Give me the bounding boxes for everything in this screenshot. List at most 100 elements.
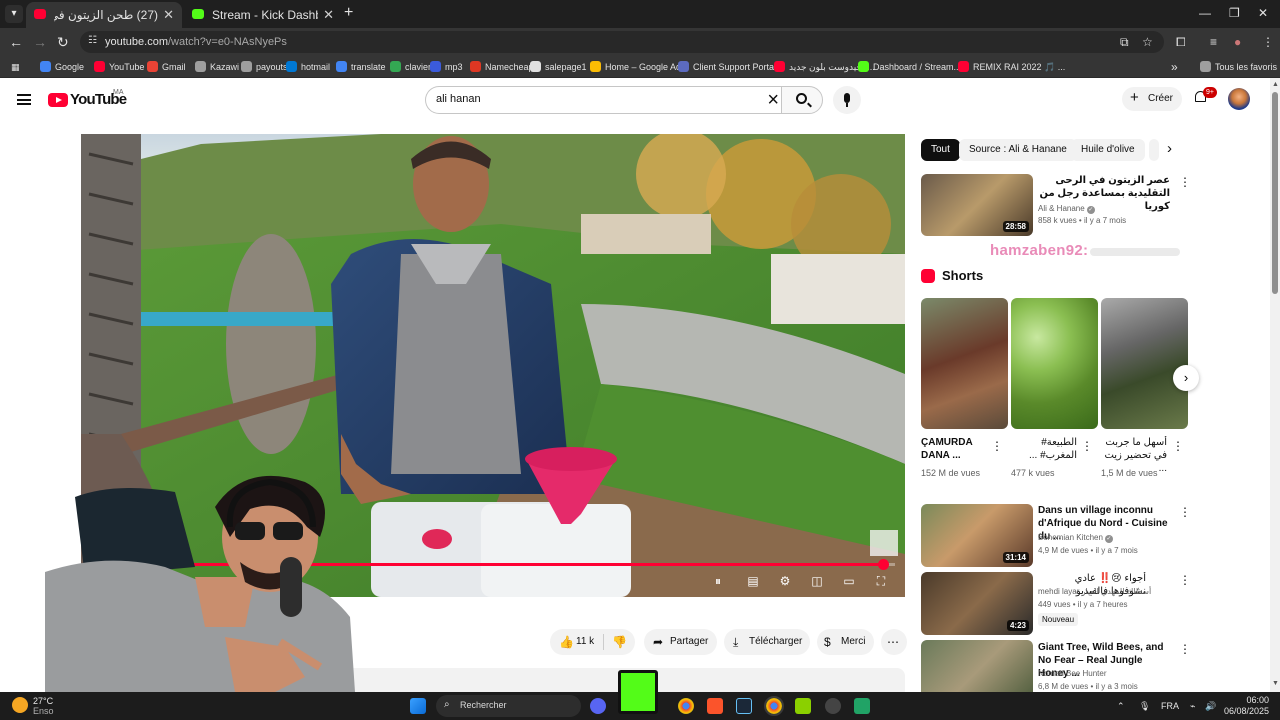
video-thumbnail[interactable]: 31:14 xyxy=(921,504,1033,567)
notifications-button[interactable]: 9+ xyxy=(1193,87,1217,106)
thumbs-down-icon[interactable]: 👎 xyxy=(612,634,627,650)
more-actions-button[interactable]: ⋯ xyxy=(881,629,907,655)
brave-icon[interactable] xyxy=(707,698,723,714)
network-icon[interactable]: ⌁ xyxy=(1190,700,1195,712)
bookmark-item[interactable]: YouTube xyxy=(94,59,144,75)
video-thumbnail[interactable]: 28:58 xyxy=(921,174,1033,236)
youtube-logo-icon[interactable] xyxy=(48,93,68,107)
video-menu-icon[interactable]: ⋮ xyxy=(1179,643,1191,655)
close-icon[interactable]: ✕ xyxy=(323,3,334,27)
tab-search-icon[interactable]: ▾ xyxy=(5,5,23,23)
chip-source[interactable]: Source : Ali & Hanane xyxy=(959,139,1077,161)
menu-icon[interactable]: ⋮ xyxy=(1262,34,1274,50)
obs-icon[interactable] xyxy=(825,698,841,714)
weather-icon[interactable] xyxy=(12,697,28,713)
bookmark-item[interactable]: Dashboard / Stream... xyxy=(858,59,961,75)
reload-icon[interactable]: ↻ xyxy=(57,34,69,50)
scrollbar-thumb[interactable] xyxy=(1272,92,1278,294)
autoplay-toggle[interactable]: ⏸ xyxy=(709,574,727,588)
apps-grid-icon[interactable]: ▦ xyxy=(11,59,20,75)
bookmark-item[interactable]: Google xyxy=(40,59,84,75)
tab-kick-dashboard[interactable]: Stream - Kick Dashboard ✕ xyxy=(184,2,342,28)
install-app-icon[interactable]: ⧉ xyxy=(1120,34,1129,50)
search-input[interactable]: ali hanan xyxy=(436,93,481,105)
input-language[interactable]: FRA xyxy=(1161,700,1179,712)
thanks-button[interactable]: $ Merci xyxy=(817,629,874,655)
bookmark-item[interactable]: Gmail xyxy=(147,59,186,75)
short-menu-icon[interactable]: ⋮ xyxy=(1172,440,1184,452)
minimize-button[interactable]: — xyxy=(1199,6,1211,20)
volume-icon[interactable]: 🔊 xyxy=(1205,700,1216,712)
back-icon[interactable]: ← xyxy=(9,34,23,50)
video-thumbnail[interactable]: 4:23 xyxy=(921,572,1033,635)
video-menu-icon[interactable]: ⋮ xyxy=(1179,176,1191,188)
discord-icon[interactable] xyxy=(590,698,606,714)
address-bar[interactable]: ☷ youtube.com/watch?v=e0-NAsNyePs ⧉ ☆ xyxy=(80,31,1164,53)
short-thumbnail[interactable] xyxy=(1011,298,1098,429)
search-button[interactable] xyxy=(781,86,823,114)
miniplayer-icon[interactable]: ◫ xyxy=(808,574,826,588)
chrome-active-icon[interactable] xyxy=(764,696,784,716)
close-icon[interactable]: ✕ xyxy=(163,3,174,27)
extensions-icon[interactable]: ⧠ xyxy=(1176,34,1186,50)
kick-logo-icon[interactable] xyxy=(618,670,658,714)
site-info-icon[interactable]: ☷ xyxy=(88,34,102,48)
short-title[interactable]: الطبيعة# المغرب# ... xyxy=(1011,436,1077,462)
profile-icon[interactable]: ● xyxy=(1234,34,1241,50)
short-title[interactable]: ÇAMURDA DANA ... xyxy=(921,436,987,462)
search-box[interactable]: ali hanan × xyxy=(425,86,787,114)
scrubber-handle[interactable] xyxy=(877,559,889,570)
create-button[interactable]: + Créer xyxy=(1122,87,1182,111)
chrome-icon[interactable] xyxy=(678,698,694,714)
avatar[interactable] xyxy=(1228,88,1250,110)
thumbs-up-icon[interactable]: 👍 xyxy=(559,634,574,650)
bookmark-item[interactable]: clavier xyxy=(390,59,431,75)
bookmark-item[interactable]: translate xyxy=(336,59,386,75)
scroll-down-icon[interactable]: ▼ xyxy=(1272,680,1279,688)
video-menu-icon[interactable]: ⋮ xyxy=(1179,506,1191,518)
taskbar-search[interactable]: ⌕ Rechercher xyxy=(436,695,581,717)
forward-icon[interactable]: → xyxy=(33,34,47,50)
steam-icon[interactable] xyxy=(736,698,752,714)
chevron-right-icon[interactable]: › xyxy=(1167,140,1172,157)
launcher-icon[interactable] xyxy=(795,698,811,714)
like-count[interactable]: 11 k xyxy=(576,636,594,647)
channel-name[interactable]: Bohemian Kitchen ✓ xyxy=(1038,533,1113,543)
channel-name[interactable]: mehdi layar أسطاك المهدي العيار xyxy=(1038,587,1151,596)
video-thumbnail[interactable] xyxy=(921,640,1033,692)
theater-mode-icon[interactable]: ▭ xyxy=(840,574,858,588)
subtitles-icon[interactable]: ▤ xyxy=(744,574,762,588)
bookmark-item[interactable]: payouts xyxy=(241,59,288,75)
channel-watermark[interactable] xyxy=(870,530,898,556)
restore-button[interactable]: ❐ xyxy=(1229,6,1240,20)
bookmarks-overflow-button[interactable]: » xyxy=(1171,59,1178,75)
settings-gear-icon[interactable]: ⚙ xyxy=(776,574,794,588)
all-bookmarks-button[interactable]: Tous les favoris xyxy=(1200,59,1277,75)
clear-search-icon[interactable]: × xyxy=(767,89,779,111)
bookmark-item[interactable]: mp3 xyxy=(430,59,463,75)
bookmark-item[interactable]: Client Support Porta... xyxy=(678,59,782,75)
shorts-next-button[interactable]: › xyxy=(1173,365,1199,391)
download-button[interactable]: ⤓ Télécharger xyxy=(724,629,810,655)
bookmark-item[interactable]: REMIX RAI 2022 🎵 ... xyxy=(958,59,1065,75)
scroll-up-icon[interactable]: ▲ xyxy=(1272,81,1279,89)
clock-date[interactable]: 06/08/2025 xyxy=(1223,705,1269,717)
windows-start-icon[interactable] xyxy=(410,698,426,714)
tab-youtube[interactable]: (27) طحن الزيتون في الرحى و اس... ✕ xyxy=(26,2,182,28)
excel-icon[interactable] xyxy=(854,698,870,714)
chip-partial[interactable] xyxy=(1149,139,1159,161)
page-scrollbar[interactable]: ▲ ▼ xyxy=(1270,78,1280,692)
short-menu-icon[interactable]: ⋮ xyxy=(1081,440,1093,452)
channel-name[interactable]: Ali & Hanane ✓ xyxy=(1038,204,1095,214)
tray-overflow-icon[interactable]: ⌃ xyxy=(1117,700,1125,712)
bookmark-star-icon[interactable]: ☆ xyxy=(1142,34,1153,50)
guide-menu-icon[interactable] xyxy=(17,94,31,105)
short-thumbnail[interactable] xyxy=(921,298,1008,429)
bookmark-item[interactable]: Namecheap xyxy=(470,59,534,75)
short-menu-icon[interactable]: ⋮ xyxy=(991,440,1003,452)
close-window-button[interactable]: ✕ xyxy=(1258,6,1268,20)
bookmark-item[interactable]: Home – Google Ad... xyxy=(590,59,689,75)
voice-search-button[interactable] xyxy=(833,86,861,114)
bookmark-item[interactable]: salepage1 xyxy=(530,59,587,75)
fullscreen-icon[interactable]: ⛶ xyxy=(872,574,890,588)
